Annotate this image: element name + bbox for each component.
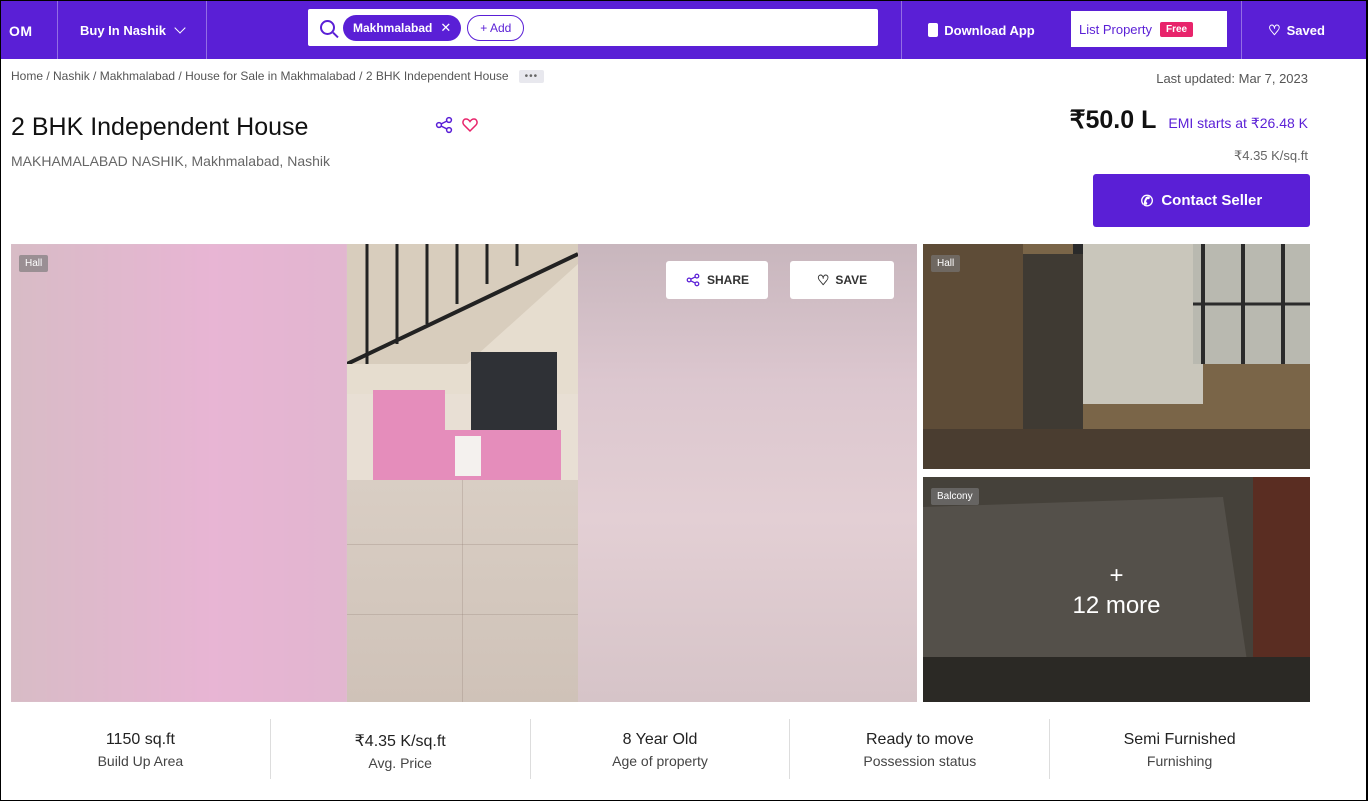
saved-link[interactable]: ♡ Saved [1241,1,1351,59]
breadcrumb[interactable]: Home / Nashik / Makhmalabad / House for … [11,69,545,83]
listing-price: ₹50.0 L [1069,106,1157,134]
locality-chip[interactable]: Makhmalabad ✕ [343,14,462,41]
plus-icon: + [1109,562,1124,589]
stat-label: Furnishing [1146,753,1213,769]
city-menu[interactable]: Buy In Nashik [57,1,207,59]
photo-tag: Hall [19,255,49,272]
listing-title: 2 BHK Independent House [11,113,309,141]
heart-icon[interactable] [461,116,479,134]
price-per-sqft: ₹4.35 K/sq.ft [1233,148,1308,163]
list-property-button[interactable]: List Property Free [1071,11,1227,47]
heart-icon: ♡ [816,271,830,288]
stat-age: 8 Year Old Age of property [531,719,791,779]
save-label: SAVE [835,273,868,287]
thumbnail-hall[interactable]: Hall [923,244,1310,469]
download-app-label: Download App [944,22,1035,38]
share-button[interactable]: SHARE [666,261,768,299]
share-icon[interactable] [435,116,453,134]
property-stats: 1150 sq.ft Build Up Area ₹4.35 K/sq.ft A… [11,719,1309,779]
search-bar[interactable]: Makhmalabad ✕ + Add [308,9,878,46]
more-photos-overlay[interactable]: + 12 more [923,561,1310,621]
stat-build-up-area: 1150 sq.ft Build Up Area [11,719,271,779]
photo-tag: Hall [931,255,961,272]
blurred-backdrop-right [578,244,917,702]
staircase-illustration [347,244,578,364]
main-photo[interactable]: Hall SHARE ♡ SAVE [11,244,917,702]
download-app-link[interactable]: Download App [901,1,1061,59]
search-icon [320,20,335,35]
blurred-backdrop-left [11,244,347,702]
photo-tag: Balcony [931,488,979,505]
save-button[interactable]: ♡ SAVE [790,261,894,299]
title-actions [435,116,479,134]
breadcrumb-more-button[interactable]: ••• [518,69,545,83]
top-nav: OM Buy In Nashik Makhmalabad ✕ + Add Dow… [1,1,1366,59]
share-label: SHARE [706,273,749,287]
stat-label: Age of property [612,753,708,769]
contact-seller-label: Contact Seller [1161,192,1263,209]
stat-possession: Ready to move Possession status [790,719,1051,779]
list-property-label: List Property [1079,21,1152,37]
stat-value: 1150 sq.ft [105,731,175,748]
locality-chip-label: Makhmalabad [353,20,433,35]
last-updated: Last updated: Mar 7, 2023 [1156,71,1308,86]
thumbnail-balcony[interactable]: Balcony + 12 more [923,477,1310,702]
more-photos-label: 12 more [1072,592,1161,619]
phone-icon: ✆ [1140,192,1154,210]
hall-photo [347,244,578,702]
page: OM Buy In Nashik Makhmalabad ✕ + Add Dow… [0,0,1368,801]
stat-label: Build Up Area [97,753,184,769]
breadcrumb-text[interactable]: Home / Nashik / Makhmalabad / House for … [11,69,509,83]
listing-address: MAKHAMALABAD NASHIK, Makhmalabad, Nashik [11,153,330,169]
saved-label: Saved [1286,22,1325,38]
contact-seller-button[interactable]: ✆ Contact Seller [1093,174,1310,227]
price-row: ₹50.0 L EMI starts at ₹26.48 K [1070,105,1308,135]
stat-label: Possession status [863,753,977,769]
add-locality-button[interactable]: + Add [467,14,525,41]
free-badge: Free [1159,21,1194,37]
city-menu-label: Buy In Nashik [80,22,166,38]
chevron-down-icon [174,22,186,34]
logo[interactable]: OM [9,23,33,39]
hall-door-illustration [923,244,1310,469]
stat-value: Semi Furnished [1123,731,1236,748]
stat-value: Ready to move [865,731,974,748]
stat-furnishing: Semi Furnished Furnishing [1050,719,1309,779]
emi-link[interactable]: EMI starts at ₹26.48 K [1168,115,1308,132]
stat-avg-price: ₹4.35 K/sq.ft Avg. Price [271,719,531,779]
stat-label: Avg. Price [368,755,432,771]
phone-icon [928,23,939,37]
stat-value: 8 Year Old [622,731,698,748]
stat-value: ₹4.35 K/sq.ft [354,733,446,750]
share-icon [686,273,700,287]
close-icon[interactable]: ✕ [440,20,451,36]
heart-icon: ♡ [1268,21,1281,38]
